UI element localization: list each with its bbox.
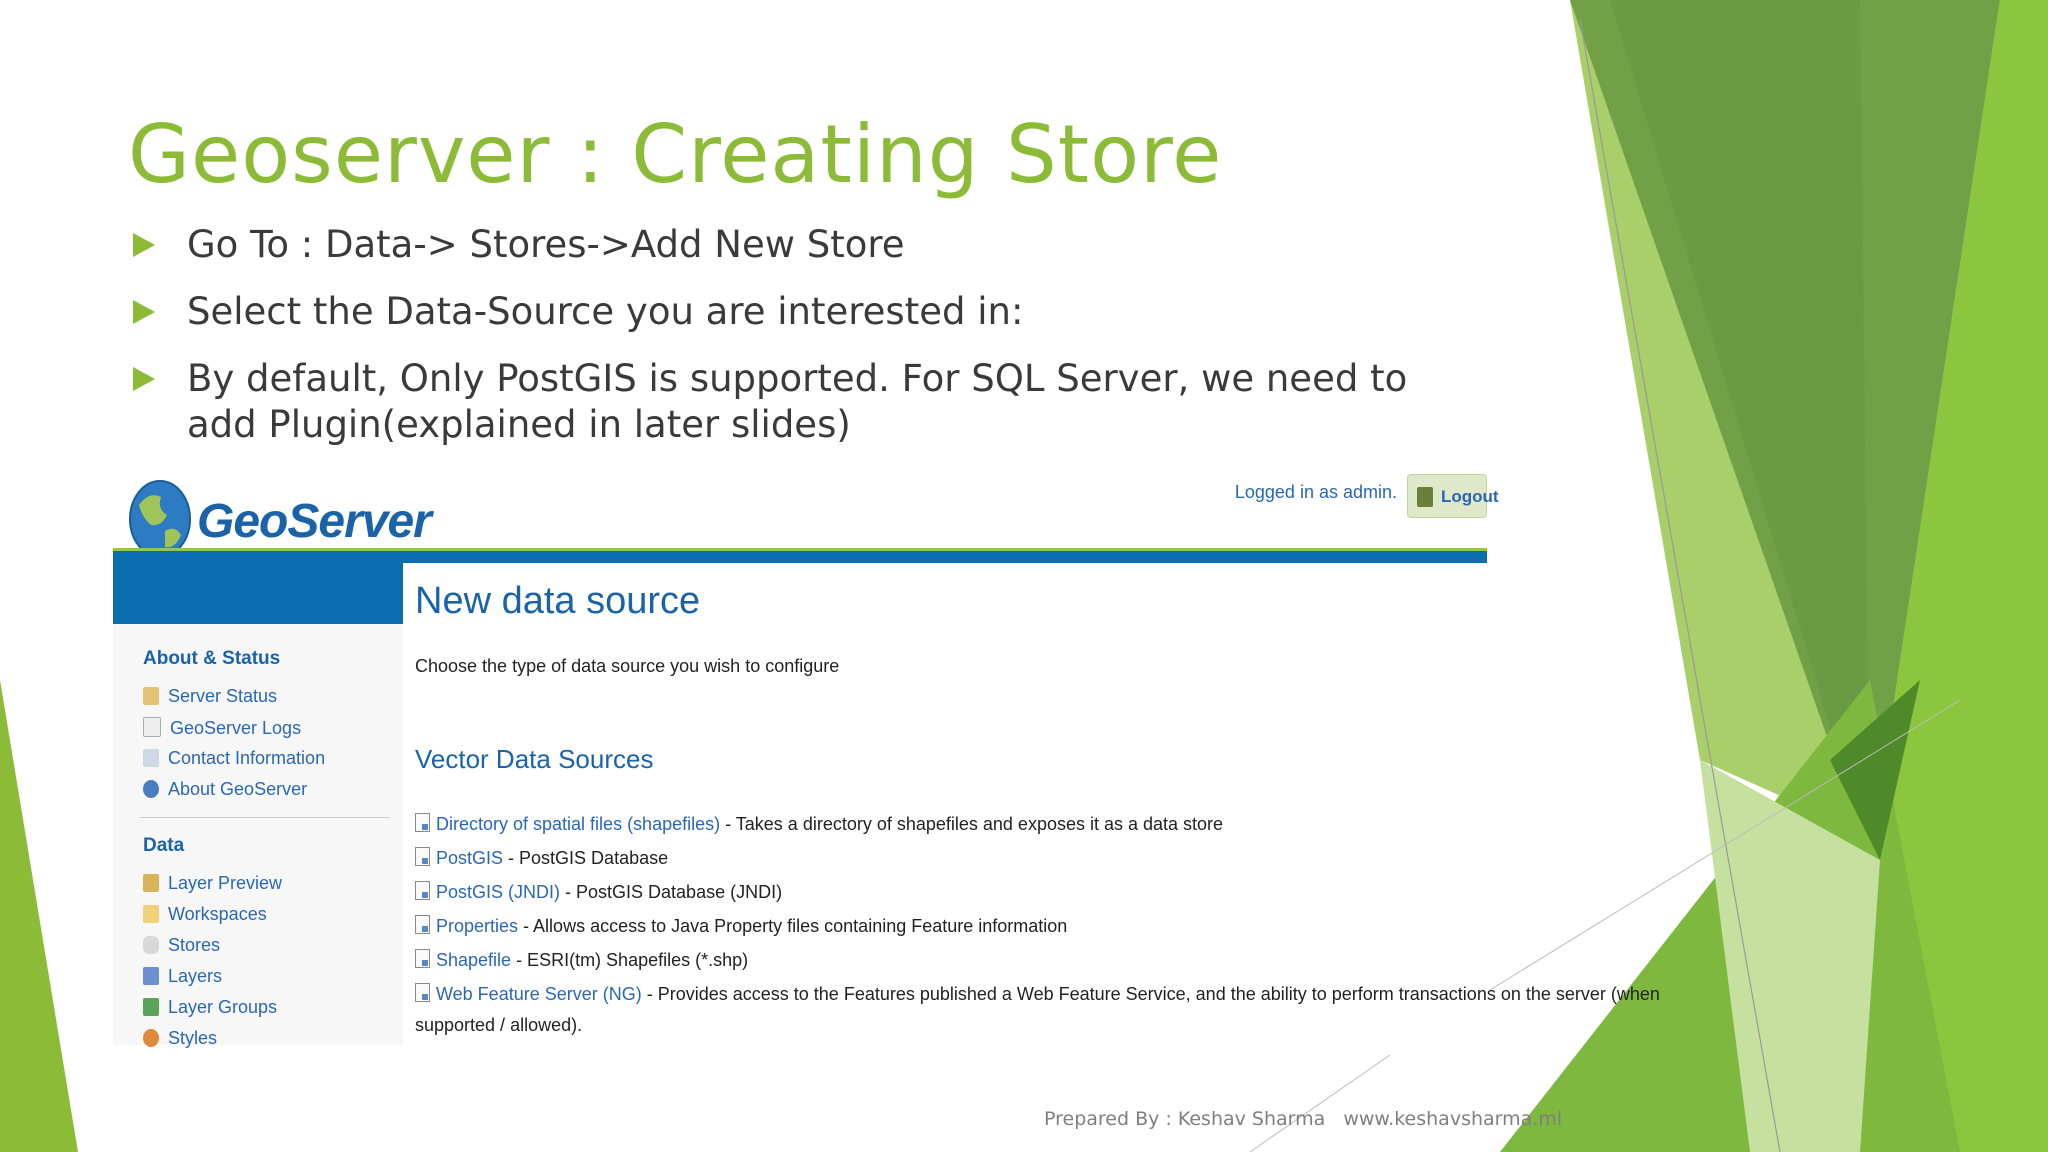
layers-icon [143, 967, 159, 985]
datastore-icon [415, 949, 430, 968]
source-link-postgis-jndi[interactable]: PostGIS (JNDI) [436, 882, 560, 902]
source-description: - Allows access to Java Property files c… [518, 916, 1068, 936]
source-row: Shapefile - ESRI(tm) Shapefiles (*.shp) [415, 949, 748, 971]
sidebar: About & Status Server Status GeoServer L… [113, 624, 403, 1048]
logs-icon [143, 717, 161, 737]
vector-sources-heading: Vector Data Sources [415, 744, 654, 774]
folder-icon [143, 905, 159, 923]
source-row: Properties - Allows access to Java Prope… [415, 915, 1067, 937]
content-panel [403, 563, 1487, 1045]
sidebar-item-server-status[interactable]: Server Status [143, 686, 277, 707]
datastore-icon [415, 813, 430, 832]
sidebar-item-stores[interactable]: Stores [143, 935, 220, 956]
datastore-icon [415, 915, 430, 934]
layer-groups-icon [143, 998, 159, 1016]
source-link-postgis[interactable]: PostGIS [436, 848, 503, 868]
arrow-bullet-icon [133, 233, 155, 257]
bullet-text: Go To : Data-> Stores->Add New Store [187, 223, 905, 266]
sidebar-blue-header [113, 563, 403, 624]
source-description: - PostGIS Database [503, 848, 669, 868]
geoserver-screenshot: GeoServer Logged in as admin. Logout Abo… [113, 470, 1660, 1048]
source-link-shapefile[interactable]: Shapefile [436, 950, 511, 970]
bullet-item: Go To : Data-> Stores->Add New Store [130, 222, 1460, 268]
source-row: Directory of spatial files (shapefiles) … [415, 813, 1223, 835]
sidebar-section-about: About & Status [143, 648, 281, 669]
page-description: Choose the type of data source you wish … [415, 656, 840, 676]
source-link-properties[interactable]: Properties [436, 916, 518, 936]
arrow-bullet-icon [133, 300, 155, 324]
database-icon [143, 936, 159, 954]
geoserver-logo-text: GeoServer [197, 495, 432, 548]
logout-label: Logout [1441, 487, 1499, 506]
source-description-continued: supported / allowed). [415, 1015, 583, 1035]
source-description: - Takes a directory of shapefiles and ex… [720, 814, 1224, 834]
datastore-icon [415, 881, 430, 900]
thin-line-3 [1249, 1054, 1391, 1152]
source-link-shapefile-directory[interactable]: Directory of spatial files (shapefiles) [436, 814, 720, 834]
source-row: PostGIS (JNDI) - PostGIS Database (JNDI) [415, 881, 782, 903]
sidebar-item-styles[interactable]: Styles [143, 1028, 217, 1049]
server-status-icon [143, 687, 159, 705]
source-row: PostGIS - PostGIS Database [415, 847, 668, 869]
source-description: - PostGIS Database (JNDI) [560, 882, 783, 902]
palette-icon [143, 1029, 159, 1047]
layer-preview-icon [143, 874, 159, 892]
info-icon [143, 780, 159, 798]
sidebar-item-geoserver-logs[interactable]: GeoServer Logs [143, 717, 301, 739]
sidebar-item-contact-information[interactable]: Contact Information [143, 748, 325, 769]
arrow-bullet-icon [133, 367, 155, 391]
source-description: - ESRI(tm) Shapefiles (*.shp) [511, 950, 749, 970]
slide-title: Geoserver : Creating Store [128, 108, 1223, 201]
contact-card-icon [143, 749, 159, 767]
datastore-icon [415, 983, 430, 1002]
bullet-item: Select the Data-Source you are intereste… [130, 289, 1460, 335]
footer-website: www.keshavsharma.ml [1343, 1108, 1563, 1130]
left-green-shard [0, 680, 78, 1152]
logout-icon [1417, 487, 1433, 507]
sidebar-section-data: Data [143, 835, 185, 856]
bullet-text: Select the Data-Source you are intereste… [187, 290, 1024, 333]
sidebar-item-about-geoserver[interactable]: About GeoServer [143, 779, 307, 800]
bullet-text: By default, Only PostGIS is supported. F… [187, 357, 1408, 446]
datastore-icon [415, 847, 430, 866]
source-row: Web Feature Server (NG) - Provides acces… [415, 983, 1660, 1005]
sidebar-item-layer-preview[interactable]: Layer Preview [143, 873, 282, 894]
source-description: - Provides access to the Features publis… [641, 984, 1660, 1004]
header-blue-bar [113, 551, 1487, 563]
sidebar-item-layer-groups[interactable]: Layer Groups [143, 997, 277, 1018]
logout-button[interactable]: Logout [1407, 474, 1499, 518]
sidebar-divider [140, 817, 390, 818]
bullet-list: Go To : Data-> Stores->Add New Store Sel… [130, 222, 1460, 469]
footer-author: Prepared By : Keshav Sharma [1044, 1108, 1326, 1130]
source-link-wfs-ng[interactable]: Web Feature Server (NG) [436, 984, 642, 1004]
slide-footer: Prepared By : Keshav Sharma www.keshavsha… [1044, 1108, 1580, 1130]
logged-in-status: Logged in as admin. [1234, 482, 1397, 502]
bullet-item: By default, Only PostGIS is supported. F… [130, 356, 1460, 448]
sidebar-item-layers[interactable]: Layers [143, 966, 222, 987]
page-heading: New data source [415, 580, 701, 622]
sidebar-item-workspaces[interactable]: Workspaces [143, 904, 267, 925]
